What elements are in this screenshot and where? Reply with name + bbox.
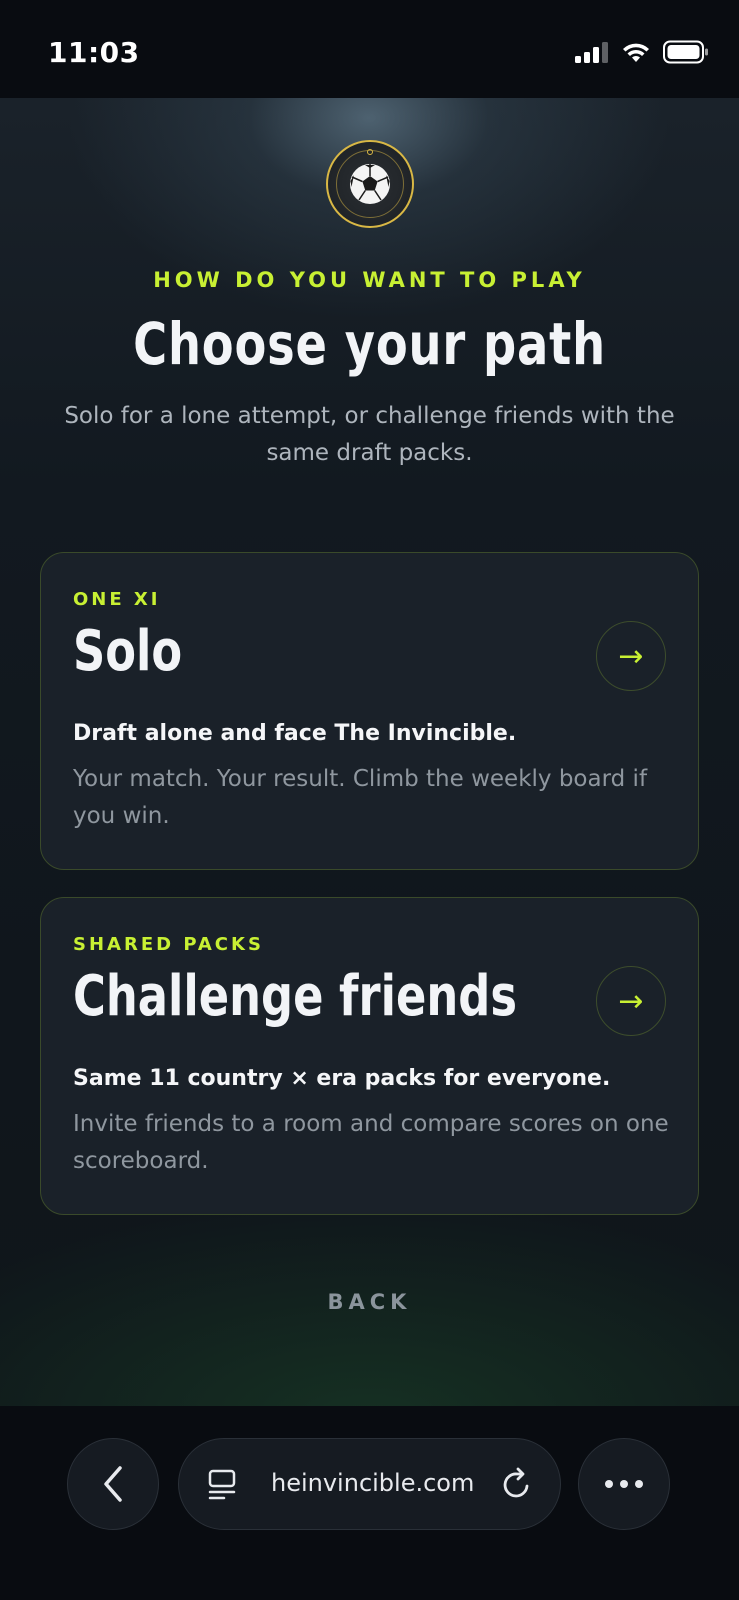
card-lead: Draft alone and face The Invincible. [73,721,517,746]
arrow-right-icon: → [618,638,644,674]
solo-card[interactable]: ONE XI Solo → Draft alone and face The I… [40,552,699,870]
challenge-friends-card[interactable]: SHARED PACKS Challenge friends → Same 11… [40,897,699,1215]
card-description: Invite friends to a room and compare sco… [73,1111,669,1174]
browser-back-button[interactable] [67,1438,159,1530]
tabs-icon[interactable] [207,1469,237,1501]
screen-eyebrow: HOW DO YOU WANT TO PLAY [153,268,586,292]
card-title: Solo [73,619,183,684]
wifi-icon [623,43,649,62]
page-title: Choose your path [133,310,606,378]
status-time: 11:03 [48,36,140,69]
status-icons [575,40,709,64]
back-button[interactable]: BACK [0,1290,739,1314]
chevron-left-icon [104,1466,122,1502]
more-button[interactable] [578,1438,670,1530]
reload-icon[interactable] [500,1467,534,1501]
card-description: Your match. Your result. Climb the weekl… [73,766,648,829]
choose-path-screen: HOW DO YOU WANT TO PLAY Choose your path… [0,98,739,1406]
address-bar[interactable]: heinvincible.com [178,1438,561,1530]
card-title: Challenge friends [73,964,517,1029]
signal-icon [575,42,608,63]
battery-icon [663,40,708,64]
card-eyebrow: ONE XI [73,589,161,610]
url-text: heinvincible.com [271,1469,475,1497]
football-logo-icon [326,140,414,228]
more-icon [605,1480,643,1488]
page-subtitle: Solo for a lone attempt, or challenge fr… [64,403,675,466]
arrow-right-icon: → [618,983,644,1019]
challenge-arrow-button[interactable]: → [596,966,666,1036]
browser-toolbar: heinvincible.com [0,1406,739,1600]
card-eyebrow: SHARED PACKS [73,934,264,955]
solo-arrow-button[interactable]: → [596,621,666,691]
card-lead: Same 11 country × era packs for everyone… [73,1066,611,1091]
status-bar: 11:03 [0,0,739,98]
